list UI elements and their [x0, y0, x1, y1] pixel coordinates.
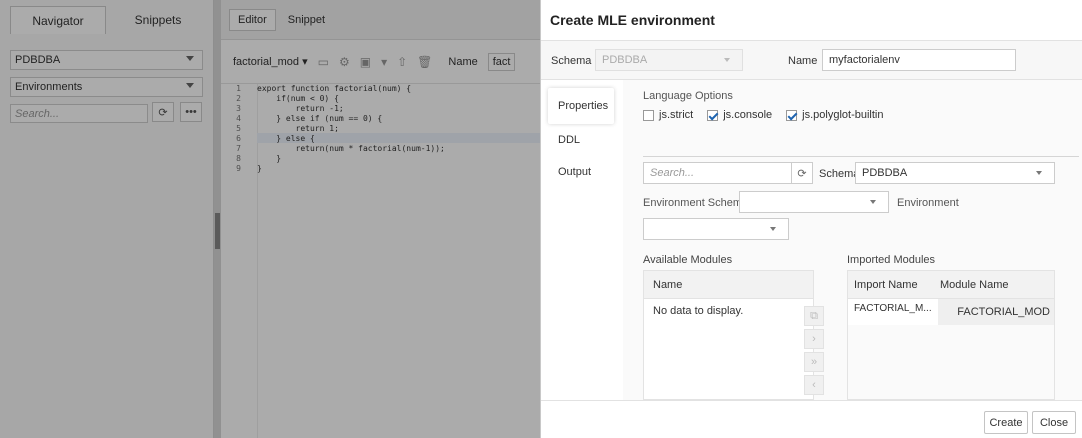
imported-modules-table: Import Name Module Name FACTORIAL_M... F…	[847, 270, 1055, 400]
environment-schema-select[interactable]	[739, 191, 889, 213]
checkbox-js-console[interactable]	[707, 109, 719, 121]
schema-select-value: PDBDBA	[602, 54, 648, 66]
available-name-header[interactable]: Name	[644, 271, 813, 299]
dialog-footer: Create Close	[541, 400, 1082, 438]
chevron-left-icon: ‹	[812, 379, 816, 391]
import-name-header[interactable]: Import Name	[848, 279, 938, 291]
nav-output[interactable]: Output	[548, 156, 614, 188]
environment-label: Environment	[897, 197, 959, 209]
imported-modules-label: Imported Modules	[847, 254, 936, 266]
filter-schema-value: PDBDBA	[862, 167, 908, 179]
chevron-down-icon	[724, 58, 730, 62]
nav-properties[interactable]: Properties	[548, 88, 614, 124]
option-label: js.polyglot-builtin	[802, 109, 884, 121]
import-name-cell[interactable]: FACTORIAL_M...	[848, 299, 938, 314]
module-name-cell: FACTORIAL_MOD	[938, 299, 1054, 325]
chevron-down-icon	[870, 200, 876, 204]
module-transfer-buttons: ⧉ › » ‹	[804, 306, 826, 398]
close-button[interactable]: Close	[1032, 411, 1076, 434]
environment-schema-label: Environment Schema	[643, 197, 749, 209]
name-label: Name	[788, 55, 818, 67]
available-modules-label: Available Modules	[643, 254, 733, 266]
option-js-strict[interactable]: js.strict	[643, 109, 693, 121]
module-search-input[interactable]: Search...	[643, 162, 809, 184]
language-options: js.strict js.console js.polyglot-builtin	[643, 109, 883, 121]
dialog-header-fields: Schema PDBDBA Name myfactorialenv	[541, 40, 1082, 80]
option-js-polyglot-builtin[interactable]: js.polyglot-builtin	[786, 109, 883, 121]
chevron-right-icon: ›	[812, 333, 816, 345]
filter-schema-label: Schema	[819, 168, 860, 180]
chevron-down-icon	[1036, 171, 1042, 175]
section-divider	[643, 156, 1079, 157]
language-options-label: Language Options	[643, 90, 733, 102]
schema-label: Schema	[551, 55, 592, 67]
imported-header-row: Import Name Module Name	[848, 271, 1054, 299]
refresh-modules-button[interactable]: ⟳	[791, 162, 813, 184]
double-chevron-right-icon: »	[810, 356, 818, 368]
filter-schema-select[interactable]: PDBDBA	[855, 162, 1055, 184]
option-label: js.strict	[659, 109, 694, 121]
create-mle-environment-dialog: Create MLE environment Schema PDBDBA Nam…	[540, 0, 1082, 438]
environment-select[interactable]	[643, 218, 789, 240]
option-label: js.console	[723, 109, 773, 121]
move-left-button[interactable]: ‹	[804, 375, 824, 395]
option-js-console[interactable]: js.console	[707, 109, 772, 121]
dialog-title: Create MLE environment	[550, 12, 715, 28]
module-search-placeholder: Search...	[650, 167, 695, 179]
move-right-button[interactable]: ›	[804, 329, 824, 349]
modal-overlay	[0, 0, 540, 438]
checkbox-js-strict[interactable]	[643, 109, 654, 121]
properties-panel: Language Options js.strict js.console js…	[623, 80, 1082, 400]
available-modules-table: Name No data to display.	[643, 270, 814, 400]
environment-name-value: myfactorialenv	[829, 54, 900, 66]
move-all-right-button[interactable]: »	[804, 352, 824, 372]
table-row[interactable]: FACTORIAL_M... FACTORIAL_MOD	[848, 299, 1054, 325]
environment-name-input[interactable]: myfactorialenv	[822, 49, 1016, 71]
create-button[interactable]: Create	[984, 411, 1028, 434]
copy-button[interactable]: ⧉	[804, 306, 824, 326]
no-data-message: No data to display.	[653, 305, 744, 317]
copy-icon: ⧉	[810, 309, 818, 322]
module-name-header[interactable]: Module Name	[938, 279, 1008, 291]
nav-ddl[interactable]: DDL	[548, 124, 614, 156]
dialog-side-nav: Properties DDL Output	[548, 88, 614, 188]
refresh-icon: ⟳	[797, 167, 807, 180]
chevron-down-icon	[770, 227, 776, 231]
schema-select: PDBDBA	[595, 49, 743, 71]
checkbox-js-polyglot-builtin[interactable]	[786, 109, 798, 121]
